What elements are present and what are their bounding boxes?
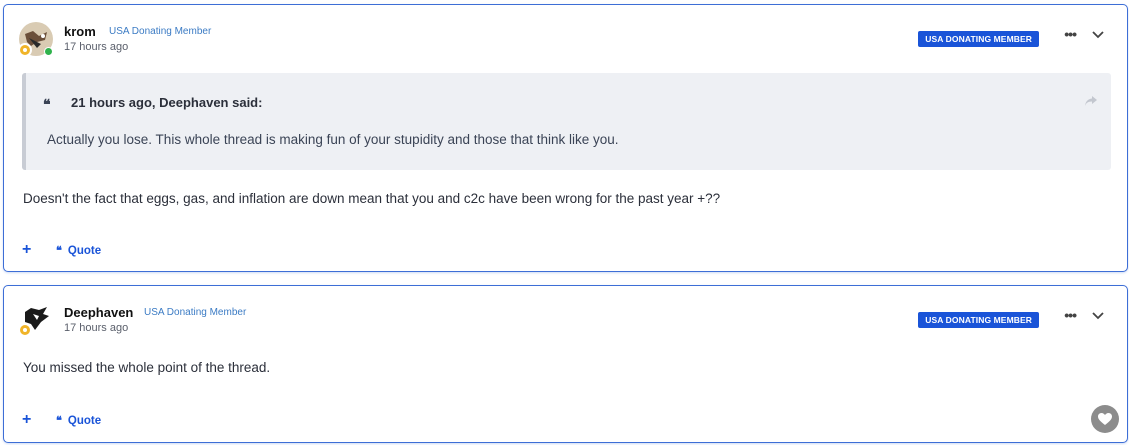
chevron-down-icon[interactable] [1091, 311, 1105, 321]
add-button[interactable]: + [22, 241, 31, 259]
quote-icon: ❝ [56, 414, 62, 427]
ellipsis-icon[interactable]: ••• [1064, 307, 1077, 323]
online-status-icon [44, 47, 53, 56]
member-title: USA Donating Member [109, 26, 212, 37]
heart-icon [1098, 413, 1112, 425]
rank-badge-icon [18, 323, 32, 337]
post-content: Doesn't the fact that eggs, gas, and inf… [23, 191, 721, 206]
quote-icon: ❝ [43, 97, 51, 113]
quote-button-label: Quote [67, 415, 102, 427]
member-badge: USA DONATING MEMBER [918, 312, 1039, 328]
avatar[interactable] [18, 302, 53, 337]
author-name[interactable]: Deephaven [64, 305, 133, 320]
quoted-post: ❝ 21 hours ago, Deephaven said: Actually… [22, 73, 1111, 170]
add-button[interactable]: + [22, 411, 31, 429]
post-krom: krom USA Donating Member 17 hours ago US… [3, 4, 1128, 272]
quote-button[interactable]: ❝ Quote [56, 414, 101, 427]
rank-badge-icon [18, 43, 32, 57]
post-timestamp[interactable]: 17 hours ago [64, 322, 128, 334]
avatar[interactable] [18, 22, 53, 57]
member-title: USA Donating Member [144, 307, 247, 318]
share-arrow-icon[interactable] [1084, 95, 1098, 107]
ellipsis-icon[interactable]: ••• [1064, 26, 1077, 42]
quote-header: 21 hours ago, Deephaven said: [71, 95, 263, 110]
member-badge: USA DONATING MEMBER [918, 31, 1039, 47]
author-name[interactable]: krom [64, 24, 96, 39]
post-timestamp[interactable]: 17 hours ago [64, 41, 128, 53]
quote-button-label: Quote [67, 245, 102, 257]
chevron-down-icon[interactable] [1091, 30, 1105, 40]
quote-icon: ❝ [56, 244, 62, 257]
post-deephaven: Deephaven USA Donating Member 17 hours a… [3, 285, 1128, 443]
quote-button[interactable]: ❝ Quote [56, 244, 101, 257]
react-heart-button[interactable] [1091, 405, 1119, 433]
quote-body: Actually you lose. This whole thread is … [47, 132, 619, 147]
post-content: You missed the whole point of the thread… [23, 360, 271, 375]
